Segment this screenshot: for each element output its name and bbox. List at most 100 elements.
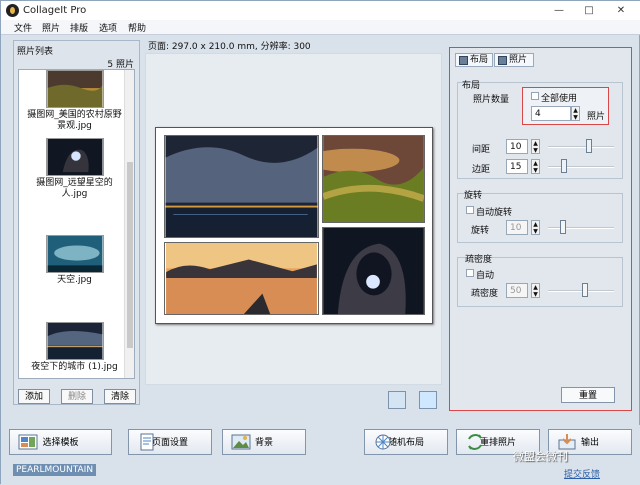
collage-photo-farm[interactable] [322, 135, 425, 223]
export-label: 输出 [580, 437, 599, 447]
feedback-link[interactable]: 提交反馈 [564, 467, 600, 480]
fit-view-button[interactable] [388, 391, 406, 409]
rotation-input[interactable]: 10 [506, 220, 528, 235]
photo-list-item-label: 天空.jpg [57, 275, 92, 285]
margin-spinner[interactable]: ▲ ▼ [531, 159, 540, 174]
sparsity-input[interactable]: 50 [506, 283, 528, 298]
grid-view-button[interactable] [419, 391, 437, 409]
choose-template-button[interactable]: 选择模板 [9, 429, 112, 455]
collage-preview [145, 53, 442, 385]
spacing-label: 间距 [472, 145, 491, 155]
window-title: CollageIt Pro [23, 5, 87, 16]
use-all-label: 全部使用 [541, 94, 578, 104]
rotation-spinner[interactable]: ▲ ▼ [531, 220, 540, 235]
delete-photo-button[interactable]: 删除 [61, 389, 93, 404]
auto-rotation-label: 自动旋转 [476, 208, 513, 218]
page-info: 页面: 297.0 x 210.0 mm, 分辨率: 300 [148, 42, 311, 52]
photo-list[interactable]: 摄图网_美国的农村原野景观.jpg 摄图网_远望星空的人.jpg 天空.jpg … [18, 69, 135, 379]
use-all-checkbox[interactable] [531, 92, 539, 100]
menu-help[interactable]: 帮助 [128, 21, 146, 34]
collage-photo-city[interactable] [164, 135, 319, 238]
menu-photos[interactable]: 照片 [42, 21, 60, 34]
minimize-button[interactable]: — [545, 1, 573, 20]
menu-options[interactable]: 选项 [99, 21, 117, 34]
settings-panel: 布局 照片 布局 照片数量 全部使用 4 ▲ ▼ 照片 间距 10 ▲ ▼ 边距 1… [449, 47, 632, 411]
rotation-slider[interactable] [548, 227, 614, 229]
close-button[interactable]: ✕ [607, 1, 635, 20]
margin-slider[interactable] [548, 166, 614, 168]
margin-label: 边距 [472, 165, 491, 175]
spacing-slider-knob[interactable] [586, 139, 592, 153]
tab-photo[interactable]: 照片 [494, 53, 534, 67]
collage-page [155, 127, 433, 324]
random-layout-button[interactable]: 随机布局 [364, 429, 448, 455]
sparsity-slider[interactable] [548, 290, 614, 292]
photo-list-title: 照片列表 [17, 47, 54, 57]
spacing-slider[interactable] [548, 146, 614, 148]
rearrange-photos-label: 重排照片 [479, 437, 516, 447]
choose-template-label: 选择模板 [42, 437, 79, 447]
collage-photo-stars[interactable] [322, 227, 425, 315]
rotation-slider-knob[interactable] [560, 220, 566, 234]
menu-file[interactable]: 文件 [14, 21, 32, 34]
layout-group-title: 布局 [462, 81, 481, 91]
photo-list-item[interactable]: 天空.jpg [26, 235, 123, 286]
farm-thumbnail [45, 70, 104, 108]
collage-photo-lake[interactable] [164, 242, 319, 315]
tab-layout[interactable]: 布局 [455, 53, 493, 67]
photo-count-input[interactable]: 4 [531, 106, 571, 121]
pearlmountain-logo: PEARLMOUNTAIN [13, 464, 97, 476]
spacing-spinner[interactable]: ▲ ▼ [531, 139, 540, 154]
sparsity-group-title: 疏密度 [465, 255, 493, 265]
scrollbar-thumb[interactable] [127, 162, 133, 348]
photo-list-scrollbar[interactable] [124, 70, 134, 378]
menu-bar: 文件 照片 排版 选项 帮助 [1, 20, 640, 35]
rearrange-icon [468, 434, 482, 450]
photo-icon [498, 56, 507, 65]
margin-slider-knob[interactable] [561, 159, 567, 173]
random-layout-icon [375, 434, 391, 450]
sparsity-slider-knob[interactable] [582, 283, 588, 297]
template-icon [18, 434, 38, 450]
photo-count-label: 照片数量 [473, 95, 510, 105]
background-icon [231, 434, 251, 450]
photo-count-spinner[interactable]: ▲ ▼ [571, 106, 580, 121]
app-icon [6, 4, 19, 17]
clear-photos-button[interactable]: 清除 [104, 389, 136, 404]
collageit-window: CollageIt Pro — □ ✕ 文件 照片 排版 选项 帮助 照片列表 … [0, 0, 640, 485]
city-thumbnail [45, 322, 104, 360]
photo-list-item[interactable]: 夜空下的城市 (1).jpg [26, 322, 123, 373]
tab-layout-label: 布局 [470, 55, 489, 65]
random-layout-label: 随机布局 [387, 437, 424, 447]
background-label: 背景 [254, 437, 273, 447]
photo-list-item[interactable]: 摄图网_美国的农村原野景观.jpg [26, 70, 123, 132]
rotation-group-title: 旋转 [464, 191, 483, 201]
sparsity-label: 疏密度 [471, 289, 499, 299]
auto-rotation-checkbox[interactable] [466, 206, 474, 214]
sparsity-spinner[interactable]: ▲ ▼ [531, 283, 540, 298]
tab-photo-label: 照片 [509, 55, 528, 65]
photo-list-item-label: 摄图网_远望星空的人.jpg [36, 178, 113, 199]
watermark-text: 微盟会微刊 [513, 450, 568, 463]
background-button[interactable]: 背景 [222, 429, 306, 455]
photo-list-item[interactable]: 摄图网_远望星空的人.jpg [26, 138, 123, 200]
photo-count-unit: 照片 [587, 112, 606, 122]
sky-thumbnail [45, 235, 104, 273]
photo-list-item-label: 摄图网_美国的农村原野景观.jpg [27, 110, 122, 131]
stars-thumbnail [45, 138, 104, 176]
photo-list-item-label: 夜空下的城市 (1).jpg [31, 362, 118, 372]
title-bar: CollageIt Pro — □ ✕ [1, 1, 640, 20]
add-photo-button[interactable]: 添加 [18, 389, 50, 404]
auto-sparsity-checkbox[interactable] [466, 269, 474, 277]
page-setup-icon [140, 433, 154, 451]
spacing-input[interactable]: 10 [506, 139, 528, 154]
layout-icon [459, 56, 468, 65]
reset-button[interactable]: 重置 [561, 387, 615, 403]
rotation-label: 旋转 [471, 226, 490, 236]
menu-layout[interactable]: 排版 [70, 21, 88, 34]
page-setup-button[interactable]: 页面设置 [128, 429, 212, 455]
maximize-button[interactable]: □ [575, 1, 603, 20]
auto-sparsity-label: 自动 [476, 271, 495, 281]
photo-list-panel: 照片列表 5 照片 摄图网_美国的农村原野景观.jpg 摄图网_远望星空的人.j… [13, 40, 140, 405]
margin-input[interactable]: 15 [506, 159, 528, 174]
